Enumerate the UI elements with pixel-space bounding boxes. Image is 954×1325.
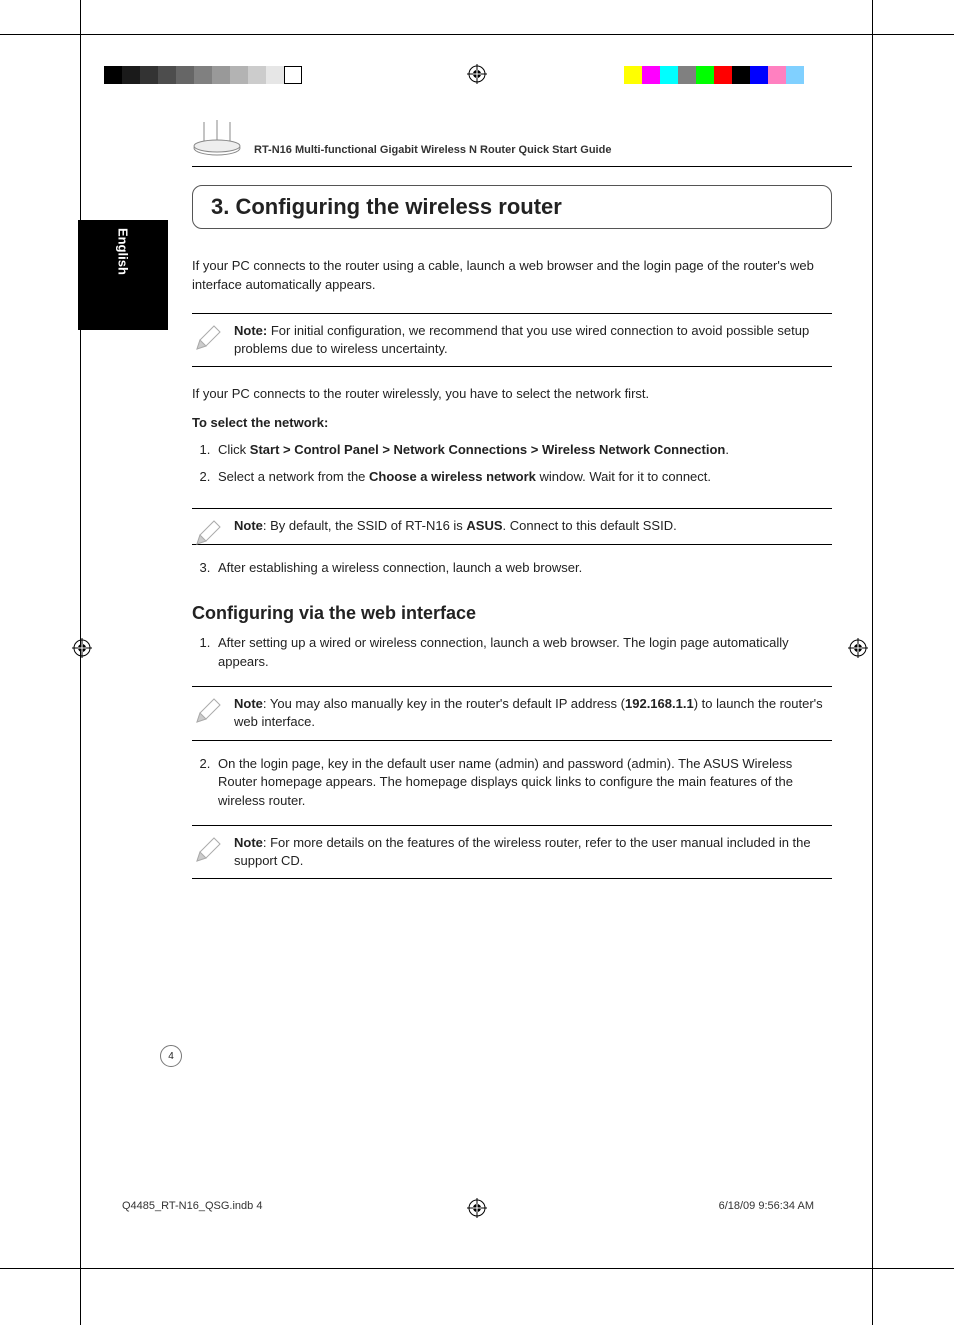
registration-grayscale <box>104 66 302 84</box>
select-network-steps-cont: After establishing a wireless connection… <box>192 559 832 578</box>
crop-mark-bottom <box>0 1268 954 1269</box>
crop-mark-top <box>0 34 954 35</box>
step-1-pre: Click <box>218 442 250 457</box>
registration-color <box>624 66 804 84</box>
step-1: Click Start > Control Panel > Network Co… <box>214 441 832 460</box>
doc-title: RT-N16 Multi-functional Gigabit Wireless… <box>254 144 611 156</box>
registration-target-left <box>72 638 92 658</box>
step-2-post: window. Wait for it to connect. <box>536 469 711 484</box>
select-network-steps: Click Start > Control Panel > Network Co… <box>192 441 832 487</box>
language-tab: English <box>78 220 168 330</box>
web-steps: After setting up a wired or wireless con… <box>192 634 832 672</box>
web-steps-cont: On the login page, key in the default us… <box>192 755 832 812</box>
page-number: 4 <box>168 1051 174 1062</box>
section-heading: 3. Configuring the wireless router <box>211 194 813 220</box>
note-2: Note: By default, the SSID of RT-N16 is … <box>192 508 832 544</box>
step-1-post: . <box>725 442 729 457</box>
crop-mark-left <box>80 0 81 1325</box>
router-icon <box>192 120 242 156</box>
step-3: After establishing a wireless connection… <box>214 559 832 578</box>
note-2-bold: ASUS <box>466 518 502 533</box>
section-heading-box: 3. Configuring the wireless router <box>192 185 832 229</box>
step-1-bold: Start > Control Panel > Network Connecti… <box>250 442 726 457</box>
footer-timestamp: 6/18/09 9:56:34 AM <box>719 1200 814 1212</box>
footer: Q4485_RT-N16_QSG.indb 4 6/18/09 9:56:34 … <box>122 1200 814 1212</box>
note-3-bold: 192.168.1.1 <box>625 696 694 711</box>
crop-mark-right <box>872 0 873 1325</box>
language-tab-label: English <box>116 228 131 275</box>
note-1: Note: For initial configuration, we reco… <box>192 313 832 367</box>
note-4-text: : For more details on the features of th… <box>234 835 811 868</box>
note-1-text: For initial configuration, we recommend … <box>234 323 809 356</box>
note-3-pre: : You may also manually key in the route… <box>263 696 625 711</box>
pencil-icon <box>194 836 222 864</box>
note-4: Note: For more details on the features o… <box>192 825 832 879</box>
note-3-label: Note <box>234 696 263 711</box>
step-2-pre: Select a network from the <box>218 469 369 484</box>
page-frame: English RT-N16 Multi-functional Gigabit … <box>102 100 852 1225</box>
wireless-paragraph: If your PC connects to the router wirele… <box>192 385 832 404</box>
page-number-badge: 4 <box>160 1045 182 1067</box>
pencil-icon <box>194 697 222 725</box>
subheading-web-interface: Configuring via the web interface <box>192 603 832 624</box>
web-step-2: On the login page, key in the default us… <box>214 755 832 812</box>
footer-file: Q4485_RT-N16_QSG.indb 4 <box>122 1200 262 1212</box>
step-2: Select a network from the Choose a wirel… <box>214 468 832 487</box>
select-network-heading: To select the network: <box>192 414 832 433</box>
note-2-label: Note <box>234 518 263 533</box>
pencil-icon <box>194 519 222 547</box>
web-step-1: After setting up a wired or wireless con… <box>214 634 832 672</box>
note-2-pre: : By default, the SSID of RT-N16 is <box>263 518 467 533</box>
step-2-bold: Choose a wireless network <box>369 469 536 484</box>
note-1-label: Note: <box>234 323 267 338</box>
registration-target-top <box>467 64 487 84</box>
note-2-post: . Connect to this default SSID. <box>503 518 677 533</box>
intro-paragraph: If your PC connects to the router using … <box>192 257 832 295</box>
note-3: Note: You may also manually key in the r… <box>192 686 832 740</box>
note-4-label: Note <box>234 835 263 850</box>
pencil-icon <box>194 324 222 352</box>
